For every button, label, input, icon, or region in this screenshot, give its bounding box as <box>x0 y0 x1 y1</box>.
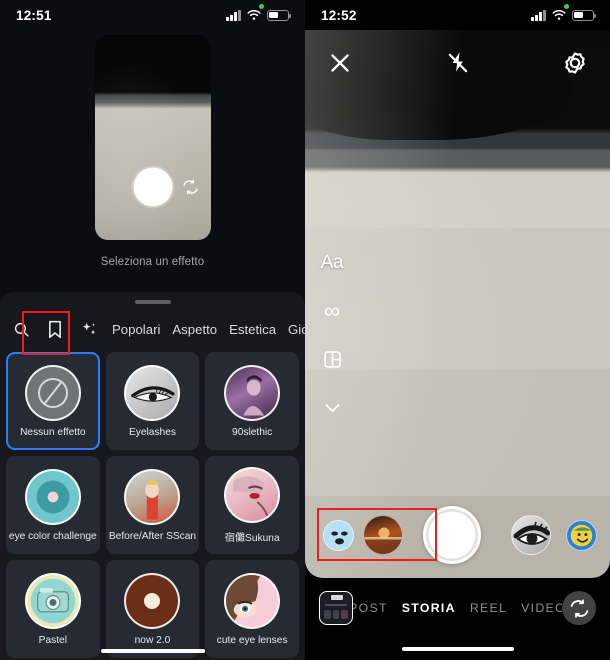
dual-phone-screenshot: 12:51 Seleziona un effetto Popolari Aspe… <box>0 0 610 660</box>
gallery-thumbnail[interactable] <box>319 591 353 625</box>
mode-post[interactable]: POST <box>353 601 388 615</box>
home-indicator <box>100 649 205 653</box>
flash-off-icon[interactable] <box>445 50 471 76</box>
eye-graphic <box>130 386 175 402</box>
more-tools-chevron-down-icon[interactable] <box>319 394 345 420</box>
effect-emoji[interactable] <box>566 519 597 551</box>
effects-drawer: Popolari Aspetto Estetica Gio Nessun eff… <box>0 292 305 660</box>
effect-label: Pastel <box>38 634 67 646</box>
effect-card-90slethic[interactable]: 90slethic <box>205 352 299 450</box>
face-graphic <box>233 475 269 517</box>
effect-label: cute eye lenses <box>216 634 288 646</box>
status-time: 12:52 <box>321 7 357 23</box>
cellular-bars-icon <box>226 9 241 21</box>
sukuna-thumb <box>224 466 281 523</box>
saved-effects-icon[interactable] <box>44 317 66 346</box>
effects-carousel <box>305 502 610 568</box>
effect-card-sukuna[interactable]: 宿儺Sukuna <box>205 456 299 554</box>
now2-thumb <box>124 572 181 629</box>
sparkle-effects-icon[interactable] <box>78 317 100 341</box>
status-icons <box>226 9 291 21</box>
status-icons <box>531 9 596 21</box>
effect-smiley[interactable] <box>323 519 354 551</box>
pastel-thumb <box>24 572 81 629</box>
tab-giochi[interactable]: Gio <box>288 322 305 337</box>
camera-graphic <box>36 587 69 612</box>
shutter-button-small[interactable] <box>133 167 172 207</box>
figure-graphic <box>145 479 161 520</box>
mode-storia[interactable]: STORIA <box>402 601 456 615</box>
effect-hint-text: Seleziona un effetto <box>100 256 205 268</box>
portrait-graphic <box>243 374 265 416</box>
flip-camera-icon[interactable] <box>182 179 199 196</box>
boomerang-tool-icon[interactable]: ∞ <box>319 298 345 324</box>
mode-video[interactable]: VIDEO <box>521 601 562 615</box>
text-tool-icon[interactable]: Aa <box>319 250 345 276</box>
effect-eyelashes[interactable] <box>511 515 551 555</box>
battery-icon <box>267 9 291 21</box>
90slethic-thumb <box>224 364 281 421</box>
effects-grid: Nessun effetto Eyelashes 90slethic eye c… <box>0 346 305 660</box>
tab-estetica[interactable]: Estetica <box>229 322 276 337</box>
flip-camera-button[interactable] <box>562 591 596 625</box>
home-indicator <box>401 646 514 651</box>
effect-card-no-effect[interactable]: Nessun effetto <box>6 352 100 450</box>
search-icon[interactable] <box>10 317 32 341</box>
effect-label: 90slethic <box>232 426 273 438</box>
emoji-graphic <box>573 526 592 545</box>
right-phone-panel: 12:52 Aa ∞ POST STORIA REEL VIDEO <box>305 0 610 660</box>
camera-preview-container <box>0 30 305 250</box>
shutter-button[interactable] <box>423 506 481 564</box>
effect-label: Before/After SScan <box>108 530 197 542</box>
camera-preview[interactable] <box>94 35 211 240</box>
effect-label: now 2.0 <box>134 634 171 646</box>
mode-reel[interactable]: REEL <box>470 601 507 615</box>
wifi-icon <box>247 10 261 20</box>
effect-sunset[interactable] <box>363 515 403 555</box>
cute-eye-lenses-thumb <box>224 572 281 629</box>
tab-popolari[interactable]: Popolari <box>112 322 160 337</box>
sunset-graphic <box>364 527 402 554</box>
cellular-bars-icon <box>531 9 546 21</box>
wifi-icon <box>552 10 566 20</box>
effect-card-pastel[interactable]: Pastel <box>6 560 100 658</box>
smiley-face-graphic <box>331 531 348 544</box>
right-status-bar: 12:52 <box>305 0 610 30</box>
active-tab-underline <box>44 345 66 346</box>
mode-selector: POST STORIA REEL VIDEO <box>353 601 562 615</box>
effect-label: eye color challenge <box>8 530 97 542</box>
green-dot-icon <box>259 4 264 9</box>
eyelashes-graphic <box>513 521 550 545</box>
tab-aspetto[interactable]: Aspetto <box>172 322 217 337</box>
left-status-bar: 12:51 <box>0 0 305 30</box>
status-time: 12:51 <box>16 7 52 23</box>
camera-viewfinder[interactable] <box>305 30 610 578</box>
flip-camera-icon <box>570 598 588 618</box>
green-dot-icon <box>564 4 569 9</box>
effect-card-cute-eye-lenses[interactable]: cute eye lenses <box>205 560 299 658</box>
before-after-thumb <box>124 468 181 525</box>
settings-icon[interactable] <box>562 50 588 76</box>
story-side-tools: Aa ∞ <box>319 250 345 420</box>
effect-card-eyelashes[interactable]: Eyelashes <box>105 352 200 450</box>
eye-color-thumb <box>24 468 81 525</box>
effect-card-before-after-sscan[interactable]: Before/After SScan <box>105 456 200 554</box>
effect-label: Eyelashes <box>128 426 176 438</box>
effect-label: Nessun effetto <box>20 426 86 438</box>
camera-top-controls <box>305 30 610 96</box>
girl-face-graphic <box>226 574 259 617</box>
layout-tool-icon[interactable] <box>319 346 345 372</box>
effect-card-now2[interactable]: now 2.0 <box>105 560 200 658</box>
close-icon[interactable] <box>327 50 353 76</box>
battery-icon <box>572 9 596 21</box>
effects-tabbar: Popolari Aspetto Estetica Gio <box>0 304 305 346</box>
no-effect-icon <box>24 364 81 421</box>
effect-card-eye-color-challenge[interactable]: eye color challenge <box>6 456 100 554</box>
eyelashes-thumb <box>124 364 181 421</box>
left-phone-panel: 12:51 Seleziona un effetto Popolari Aspe… <box>0 0 305 660</box>
effect-label: 宿儺Sukuna <box>224 532 280 544</box>
